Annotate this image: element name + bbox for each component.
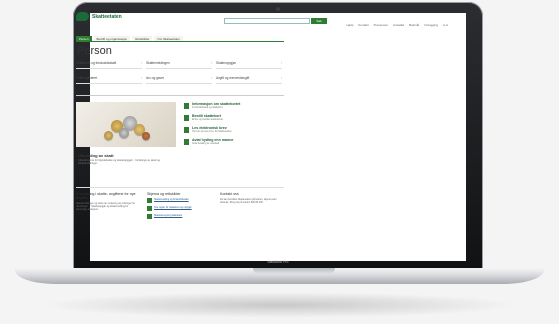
laptop-base bbox=[15, 268, 544, 284]
menu-item[interactable]: Skatteoppgjør › bbox=[216, 61, 282, 69]
menu-item-label: Skattemeldingen bbox=[146, 61, 170, 65]
menu-item[interactable]: Skattemeldingen › bbox=[146, 61, 212, 69]
chevron-right-icon: › bbox=[280, 76, 282, 80]
font-size-link[interactable]: A-A bbox=[443, 23, 448, 27]
topic-menu: Skattekort og forskuddsskatt › Skattemeld… bbox=[76, 61, 282, 84]
macbook-label: MacBook Pro bbox=[267, 260, 289, 264]
quick-link-sub: Her kan du lese brev fra Skatteetaten bbox=[192, 130, 232, 133]
footer-column-news: Å vurdering i skatte- avgiftene for nye … bbox=[76, 192, 138, 211]
column-title: Skjema og rettskilder bbox=[147, 192, 181, 196]
form-link[interactable]: Skatteberegning kalkulator bbox=[147, 214, 209, 219]
quick-link-sub: Avtal betaling av restskatt bbox=[192, 142, 220, 145]
chevron-right-icon: › bbox=[140, 76, 142, 80]
column-title: Kontakt oss bbox=[220, 192, 239, 196]
column-title[interactable]: Å vurdering i skatte- avgiftene for nye … bbox=[76, 192, 138, 200]
menu-item-label: Skattekort og forskuddsskatt bbox=[76, 61, 117, 65]
chevron-right-icon: › bbox=[210, 76, 212, 80]
chevron-right-icon: › bbox=[210, 61, 212, 65]
camera-icon bbox=[276, 7, 280, 11]
coin-icon bbox=[104, 131, 113, 140]
quick-links: Informasjon om skattekortet Forskuddsskat… bbox=[184, 102, 284, 150]
document-icon bbox=[147, 198, 152, 203]
menu-item[interactable]: Avgift og merverdiavgift › bbox=[216, 76, 282, 84]
hero-text: Utbetalingene for tilgodebeløp og skatte… bbox=[78, 159, 160, 166]
site-logo[interactable]: Skatteetaten bbox=[76, 12, 122, 21]
mail-icon bbox=[184, 127, 189, 133]
menu-item-label: Skatteoppgjør bbox=[216, 61, 236, 65]
login-link[interactable]: Innlogging bbox=[424, 23, 438, 27]
document-icon bbox=[147, 206, 152, 211]
language-link[interactable]: Bokmål bbox=[409, 23, 419, 27]
hero-title[interactable]: Utbetaling av skatt bbox=[78, 153, 114, 158]
search-button[interactable]: Søk bbox=[311, 18, 327, 24]
quick-link[interactable]: Avtal hyding enn manne Avtal betaling av … bbox=[184, 138, 284, 145]
form-link[interactable]: Skattemelding og forskuddsskatt bbox=[147, 198, 209, 203]
top-nav-link[interactable]: Ansattlø bbox=[393, 23, 404, 27]
section-divider bbox=[76, 187, 284, 188]
top-nav-link[interactable]: Kontakt bbox=[358, 23, 368, 27]
section-divider bbox=[76, 95, 284, 96]
column-text: Du kan kontakte Skatteetaten på telefon,… bbox=[220, 198, 277, 205]
form-link[interactable]: Nye regler for skattekort og oppgjør bbox=[147, 206, 209, 211]
column-text: Skattemeldingen og tekst om vurdering og… bbox=[76, 202, 136, 212]
top-nav-link[interactable]: Presserom bbox=[374, 23, 389, 27]
menu-item[interactable]: Folkeregisteret › bbox=[76, 76, 142, 84]
form-link-label: Skattemelding og forskuddsskatt bbox=[154, 198, 189, 201]
form-link-label: Skatteberegning kalkulator bbox=[154, 214, 183, 217]
coin-icon bbox=[119, 128, 129, 138]
hero-image bbox=[76, 102, 176, 147]
quick-link-sub: Forskuddsskatt og skattekort bbox=[192, 106, 223, 109]
quick-link[interactable]: Informasjon om skattekortet Forskuddsskat… bbox=[184, 102, 284, 109]
quick-link-sub: Endre og bestille skattekortet bbox=[192, 118, 223, 121]
quick-link[interactable]: Les elektronisk brev Her kan du lese brev… bbox=[184, 126, 284, 133]
top-nav-link[interactable]: Hjelp bbox=[347, 23, 354, 27]
form-link-label: Nye regler for skattekort og oppgjør bbox=[154, 206, 192, 209]
menu-item[interactable]: Skattekort og forskuddsskatt › bbox=[76, 61, 142, 69]
top-nav: Hjelp Kontakt Presserom Ansattlø Bokmål … bbox=[347, 23, 448, 27]
page-title: Person bbox=[77, 45, 112, 57]
document-icon bbox=[184, 115, 189, 121]
trackpad-notch bbox=[253, 268, 335, 274]
menu-item-label: Folkeregisteret bbox=[76, 76, 98, 80]
document-icon bbox=[184, 103, 189, 109]
menu-item-label: Avgift og merverdiavgift bbox=[216, 76, 250, 80]
menu-item[interactable]: Arv og gaver › bbox=[146, 76, 212, 84]
logo-icon bbox=[76, 12, 89, 21]
chevron-right-icon: › bbox=[140, 61, 142, 65]
laptop-shadow bbox=[40, 292, 520, 318]
quick-link[interactable]: Bestill skattekort Endre og bestille skat… bbox=[184, 114, 284, 121]
calculator-icon bbox=[147, 214, 152, 219]
menu-item-label: Arv og gaver bbox=[146, 76, 165, 80]
logo-text: Skatteetaten bbox=[92, 13, 122, 20]
footer-column-contact: Kontakt oss Du kan kontakte Skatteetaten… bbox=[220, 192, 282, 204]
coin-icon bbox=[142, 132, 150, 140]
chevron-right-icon: › bbox=[280, 61, 282, 65]
footer-column-forms: Skjema og rettskilder Skattemelding og f… bbox=[147, 192, 209, 222]
tab-divider bbox=[76, 41, 284, 42]
calendar-icon bbox=[184, 139, 189, 145]
search-input[interactable] bbox=[224, 18, 310, 24]
